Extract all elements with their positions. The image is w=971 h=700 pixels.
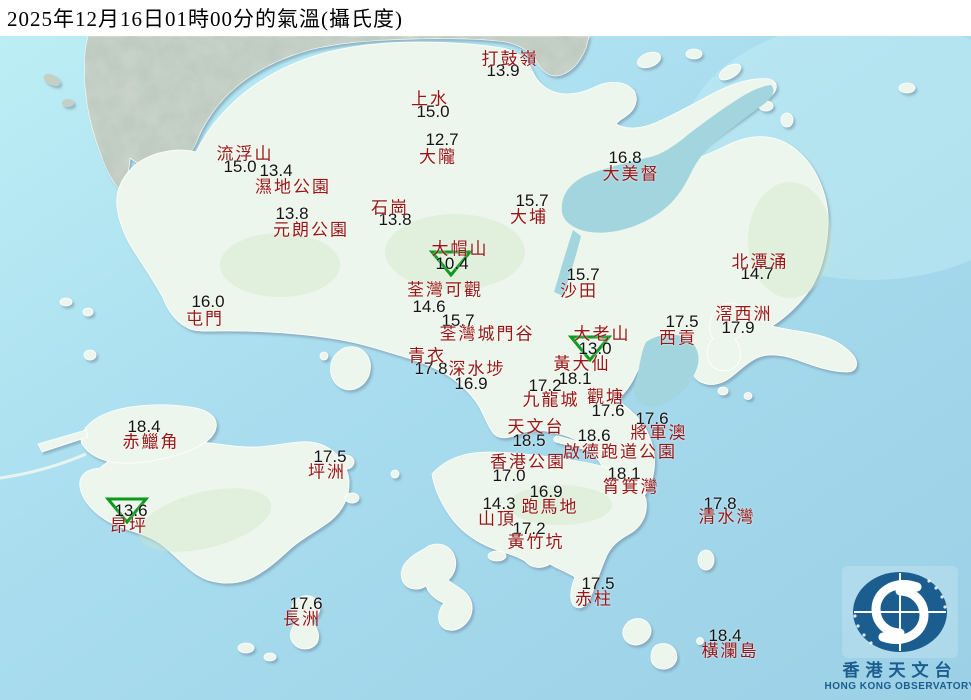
map-title: 2025年12月16日01時00分的氣溫(攝氏度) [7,7,403,31]
weather-map-screen: 2025年12月16日01時00分的氣溫(攝氏度) 13.9 打鼓嶺 15.0 上水 1… [0,0,971,700]
land-tsing-yi [330,346,371,391]
hko-logo-icon [842,566,958,658]
hko-logo: 香港天文台 HONG KONG OBSERVATORY [824,564,971,698]
hko-logo-english: HONG KONG OBSERVATORY [824,681,971,692]
hko-logo-chinese: 香港天文台 [842,661,958,680]
title-bar: 2025年12月16日01時00分的氣溫(攝氏度) [0,0,971,36]
